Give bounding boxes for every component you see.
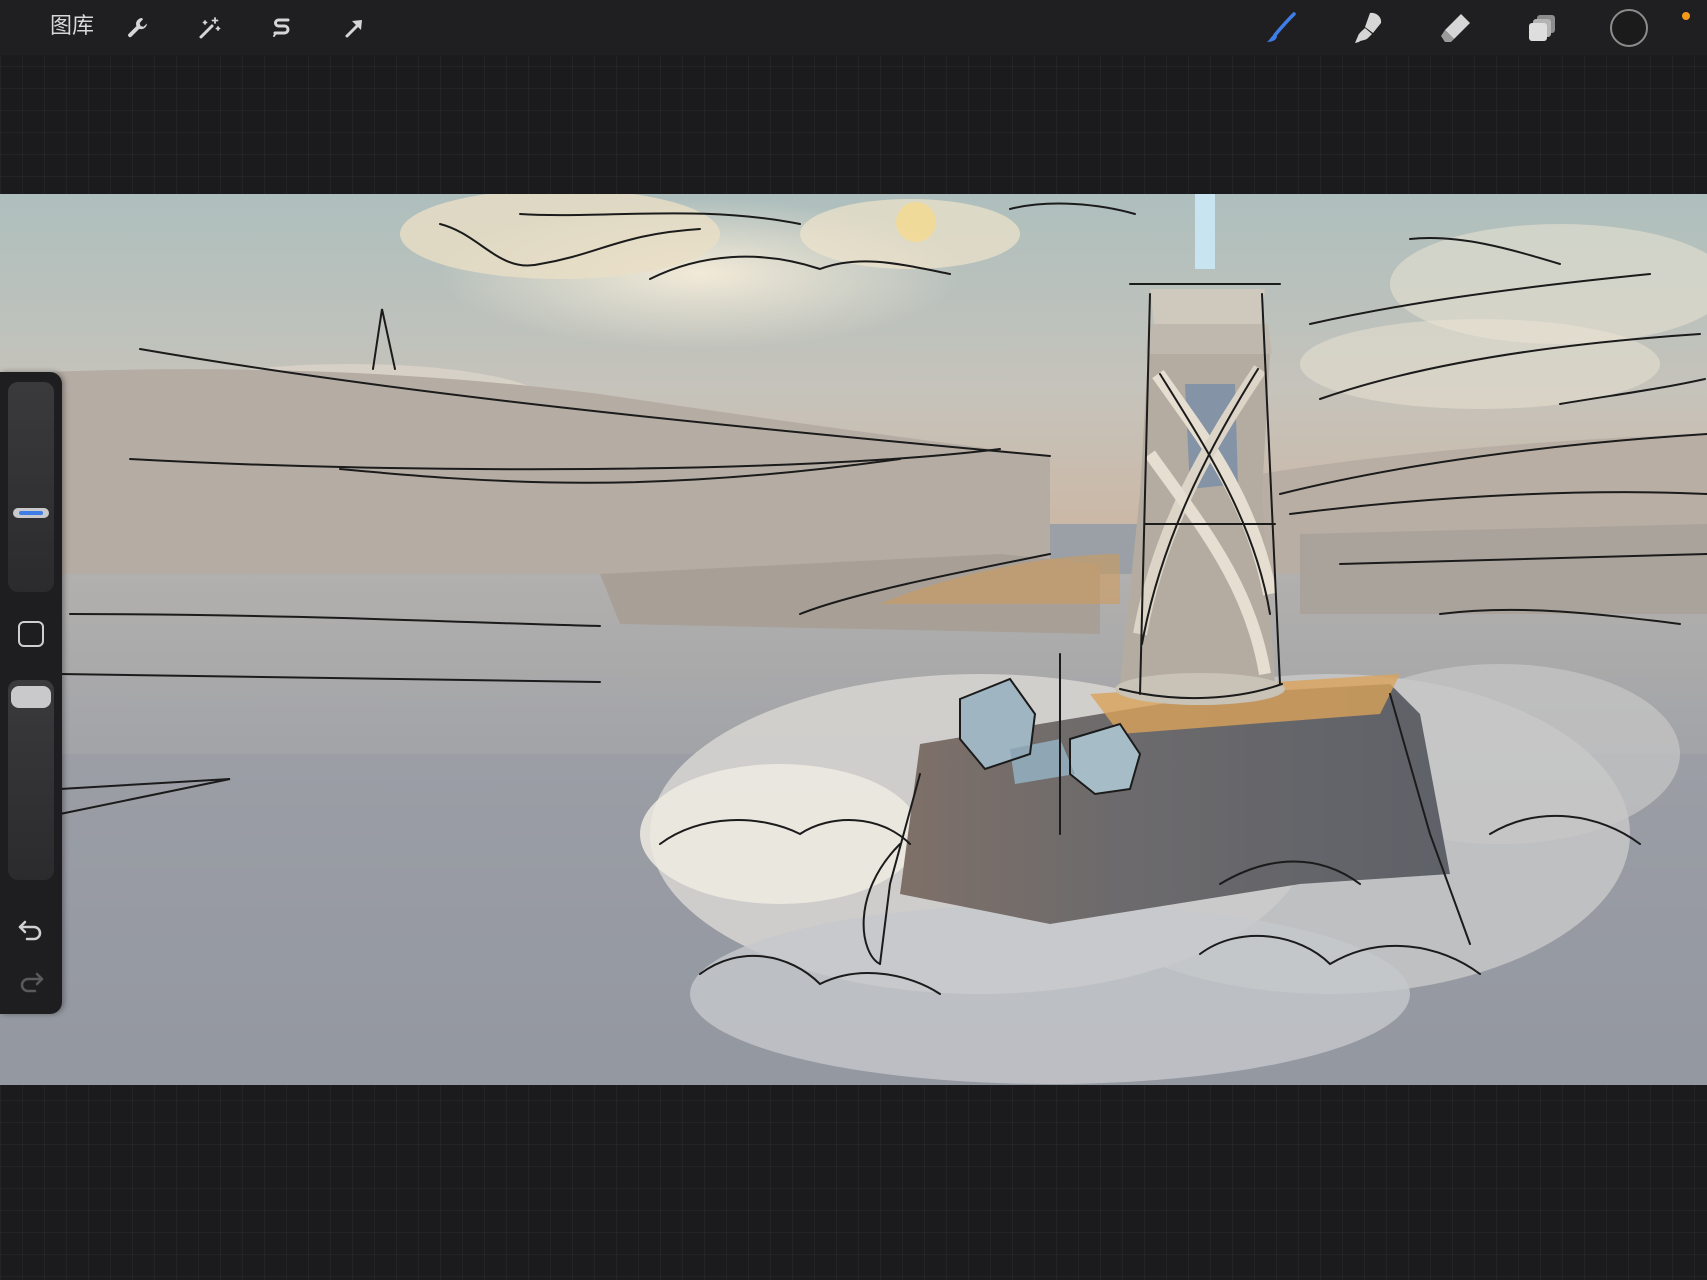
smudge-finger-icon[interactable]	[1349, 8, 1389, 48]
layers-icon[interactable]	[1523, 8, 1563, 48]
top-toolbar: 图库	[0, 0, 1707, 55]
wrench-icon[interactable]	[118, 8, 158, 48]
redo-icon[interactable]	[14, 966, 48, 996]
eraser-icon[interactable]	[1436, 8, 1476, 48]
square-icon[interactable]	[18, 621, 44, 647]
brush-size-slider[interactable]	[8, 382, 54, 592]
opacity-knob[interactable]	[11, 686, 51, 708]
brush-icon[interactable]	[1262, 8, 1302, 48]
selection-s-icon[interactable]	[262, 8, 302, 48]
opacity-slider[interactable]	[8, 680, 54, 880]
status-dot	[1682, 12, 1690, 20]
brush-size-knob[interactable]	[13, 508, 49, 518]
color-swatch-icon[interactable]	[1609, 8, 1649, 48]
brush-size-indicator	[19, 511, 43, 515]
arrow-cursor-icon[interactable]	[334, 8, 374, 48]
undo-icon[interactable]	[14, 914, 48, 944]
left-sidebar	[0, 372, 62, 1014]
magic-wand-icon[interactable]	[190, 8, 230, 48]
drawing-canvas[interactable]	[0, 194, 1707, 1085]
gallery-button[interactable]: 图库	[50, 12, 94, 42]
sketch-artwork	[0, 194, 1707, 1085]
